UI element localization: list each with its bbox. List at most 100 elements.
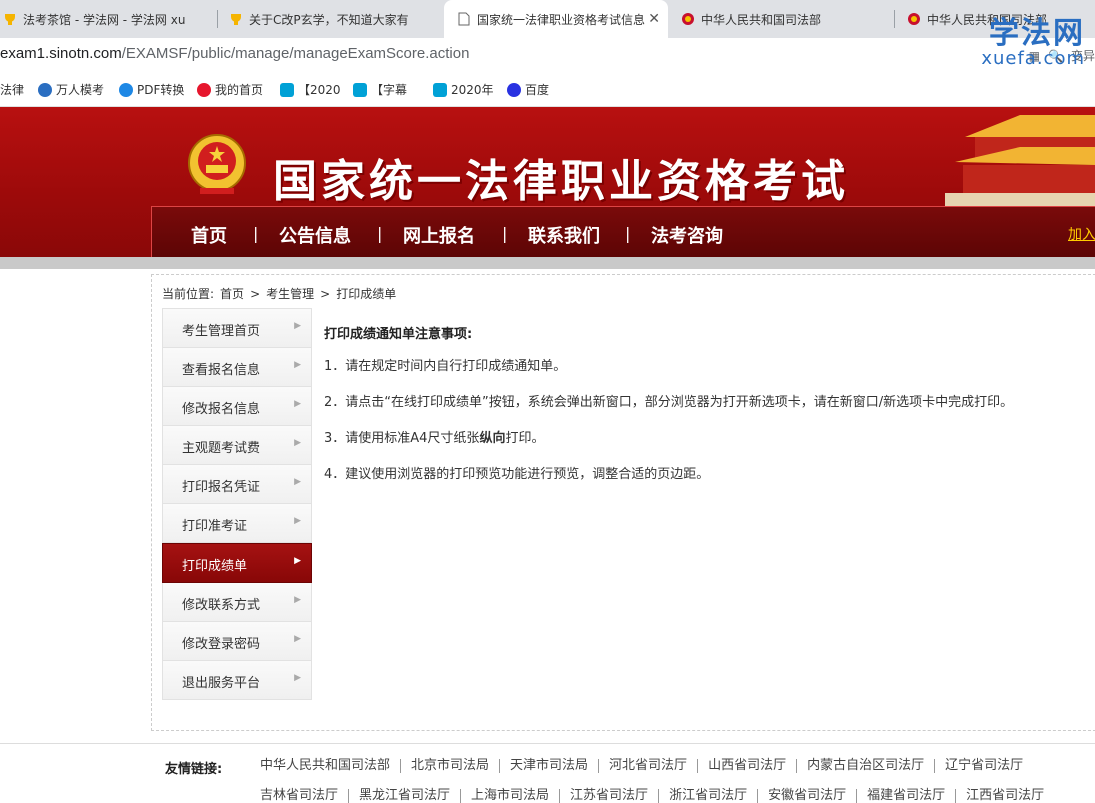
- bookmark-item[interactable]: 【字幕: [353, 81, 407, 98]
- emblem-icon: [680, 11, 696, 27]
- arrow-right-icon: ▶: [294, 673, 301, 683]
- footer-link[interactable]: 江苏省司法厅: [559, 789, 658, 803]
- bookmarks-bar: 法律 万人模考 PDF转换 我的首页 【2020 【字幕 2020年 百度: [0, 72, 1095, 107]
- sidebar-item-print-score-report[interactable]: 打印成绩单 ▶: [162, 543, 312, 583]
- sidebar-item-logout[interactable]: 退出服务平台 ▶: [162, 661, 312, 700]
- breadcrumb-current: 打印成绩单: [336, 287, 397, 301]
- arrow-right-icon: ▶: [294, 477, 301, 487]
- footer-links: 友情链接: 中华人民共和国司法部 北京市司法局 天津市司法局 河北省司法厅 山西…: [0, 744, 1095, 803]
- address-bar[interactable]: exam1.sinotn.com/EXAMSF/public/manage/ma…: [0, 38, 1095, 72]
- browser-tab-1[interactable]: 法考茶馆 - 学法网 - 学法网 xu: [2, 0, 212, 38]
- footer-links-row-2: 吉林省司法厅 黑龙江省司法厅 上海市司法局 江苏省司法厅 浙江省司法厅 安徽省司…: [260, 789, 1054, 803]
- globe-icon: [38, 82, 52, 97]
- footer-link[interactable]: 山西省司法厅: [697, 759, 796, 773]
- bookmark-item[interactable]: PDF转换: [119, 81, 184, 98]
- arrow-right-icon: ▶: [294, 595, 301, 605]
- notice-item: 1．请在规定时间内自行打印成绩通知单。: [324, 359, 567, 374]
- notice-emphasis: 纵向: [479, 431, 506, 446]
- bookmark-item[interactable]: 我的首页: [197, 81, 263, 98]
- close-icon[interactable]: ✕: [648, 11, 660, 27]
- arrow-right-icon: ▶: [294, 438, 301, 448]
- bookmark-item[interactable]: 【2020: [280, 81, 341, 98]
- watermark: 学法网 xuefa.com: [981, 8, 1085, 69]
- site-header: 国家统一法律职业资格考试 首页 | 公告信息 | 网上报名 | 联系我们 | 法…: [0, 107, 1095, 258]
- header-divider-strip: [0, 257, 1095, 269]
- sidebar-item-print-admission-ticket[interactable]: 打印准考证 ▶: [162, 504, 312, 543]
- url-text[interactable]: exam1.sinotn.com/EXAMSF/public/manage/ma…: [0, 45, 469, 62]
- breadcrumb-home[interactable]: 首页: [220, 287, 244, 301]
- nav-online-registration[interactable]: 网上报名: [403, 222, 475, 248]
- footer-link[interactable]: 浙江省司法厅: [658, 789, 757, 803]
- sidebar-item-subjective-fee[interactable]: 主观题考试费 ▶: [162, 426, 312, 465]
- tiananmen-gate-icon: [945, 115, 1095, 207]
- bilibili-icon: [433, 82, 447, 97]
- trophy-icon: [228, 11, 244, 27]
- footer-link[interactable]: 河北省司法厅: [598, 759, 697, 773]
- arrow-right-icon: ▶: [294, 634, 301, 644]
- sidebar-item-management-home[interactable]: 考生管理首页 ▶: [162, 308, 312, 348]
- page-icon: [456, 11, 472, 27]
- tab-separator: [894, 10, 895, 28]
- bookmark-item[interactable]: 法律: [0, 81, 24, 98]
- sidebar-item-view-registration[interactable]: 查看报名信息 ▶: [162, 348, 312, 387]
- arrow-right-icon: ▶: [294, 360, 301, 370]
- browser-tab-2[interactable]: 关于C改P玄学，不知道大家有: [228, 0, 413, 38]
- bookmark-item[interactable]: 百度: [507, 81, 549, 98]
- side-menu: 考生管理首页 ▶ 查看报名信息 ▶ 修改报名信息 ▶ 主观题考试费 ▶ 打印报名凭证 ▶ …: [162, 308, 312, 700]
- arrow-right-icon: ▶: [294, 321, 301, 331]
- nav-separator: |: [253, 224, 259, 243]
- watermark-title: 学法网: [989, 16, 1085, 51]
- browser-tab-active[interactable]: 国家统一法律职业资格考试信息 ✕: [444, 0, 668, 38]
- arrow-right-icon: ▶: [294, 399, 301, 409]
- footer-link[interactable]: 上海市司法局: [460, 789, 559, 803]
- baidu-paw-icon: [507, 82, 521, 97]
- main-nav: 首页 | 公告信息 | 网上报名 | 联系我们 | 法考咨询 加入: [151, 206, 1095, 258]
- sidebar-item-edit-registration[interactable]: 修改报名信息 ▶: [162, 387, 312, 426]
- trophy-icon: [2, 11, 18, 27]
- notice-title: 打印成绩通知单注意事项:: [324, 327, 473, 342]
- site-title: 国家统一法律职业资格考试: [273, 156, 849, 207]
- bilibili-icon: [280, 82, 294, 97]
- footer-link[interactable]: 中华人民共和国司法部: [260, 759, 400, 773]
- footer-link[interactable]: 江西省司法厅: [955, 789, 1054, 803]
- browser-tab-bar: 法考茶馆 - 学法网 - 学法网 xu 关于C改P玄学，不知道大家有 国家统一法…: [0, 0, 1095, 38]
- nav-consultation[interactable]: 法考咨询: [651, 222, 723, 248]
- pdf-icon: [119, 82, 133, 97]
- nav-announcements[interactable]: 公告信息: [279, 222, 351, 248]
- browser-tab-4[interactable]: 中华人民共和国司法部: [680, 0, 880, 38]
- nav-separator: |: [502, 224, 508, 243]
- footer-link[interactable]: 黑龙江省司法厅: [348, 789, 460, 803]
- nav-home[interactable]: 首页: [191, 222, 227, 248]
- footer-link[interactable]: 天津市司法局: [499, 759, 598, 773]
- national-emblem-icon: [188, 134, 246, 194]
- footer-link[interactable]: 福建省司法厅: [856, 789, 955, 803]
- nav-join-link[interactable]: 加入: [1068, 224, 1095, 244]
- tab-separator: [217, 10, 218, 28]
- bookmark-item[interactable]: 万人模考: [38, 81, 104, 98]
- nav-separator: |: [377, 224, 383, 243]
- sidebar-item-change-password[interactable]: 修改登录密码 ▶: [162, 622, 312, 661]
- footer-link[interactable]: 吉林省司法厅: [260, 789, 348, 803]
- watermark-domain: xuefa.com: [981, 48, 1085, 69]
- breadcrumb-candidate-management[interactable]: 考生管理: [266, 287, 314, 301]
- bookmark-item[interactable]: 2020年: [433, 81, 494, 98]
- arrow-right-icon: ▶: [294, 556, 301, 566]
- arrow-right-icon: ▶: [294, 516, 301, 526]
- sidebar-item-edit-contact[interactable]: 修改联系方式 ▶: [162, 583, 312, 622]
- notice-item: 3．请使用标准A4尺寸纸张纵向打印。: [324, 431, 545, 446]
- notice-item: 2．请点击“在线打印成绩单”按钮，系统会弹出新窗口，部分浏览器为打开新选项卡，请…: [324, 395, 1014, 410]
- bilibili-icon: [353, 82, 367, 97]
- footer-link[interactable]: 内蒙古自治区司法厅: [796, 759, 934, 773]
- footer-link[interactable]: 安徽省司法厅: [757, 789, 856, 803]
- notice-item: 4．建议使用浏览器的打印预览功能进行预览，调整合适的页边距。: [324, 467, 710, 482]
- nav-contact-us[interactable]: 联系我们: [528, 222, 600, 248]
- print-notice: 打印成绩通知单注意事项: 1．请在规定时间内自行打印成绩通知单。 2．请点击“在…: [324, 323, 1084, 499]
- weibo-icon: [197, 82, 211, 97]
- footer-links-label: 友情链接:: [165, 762, 223, 777]
- footer-links-row-1: 中华人民共和国司法部 北京市司法局 天津市司法局 河北省司法厅 山西省司法厅 内…: [260, 759, 1033, 773]
- sidebar-item-print-registration-voucher[interactable]: 打印报名凭证 ▶: [162, 465, 312, 504]
- footer-link[interactable]: 北京市司法局: [400, 759, 499, 773]
- nav-separator: |: [625, 224, 631, 243]
- footer-link[interactable]: 辽宁省司法厅: [934, 759, 1033, 773]
- breadcrumb-prefix: 当前位置:: [162, 287, 215, 301]
